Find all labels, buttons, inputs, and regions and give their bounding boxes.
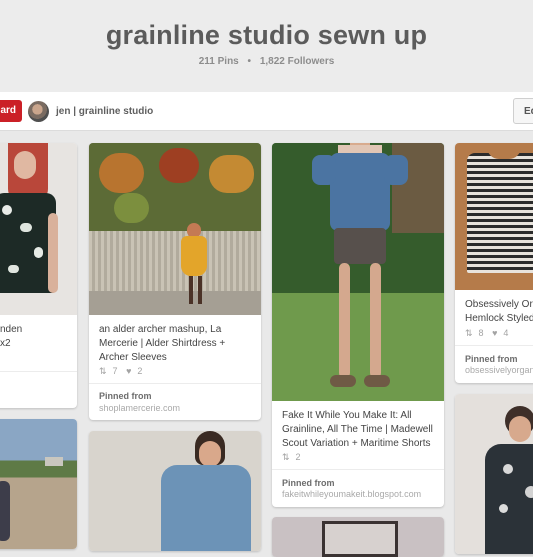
board-header: grainline studio sewn up 211 Pins • 1,82… bbox=[0, 0, 533, 92]
pin-stats: ⇅ 2 bbox=[282, 452, 307, 463]
pin-card[interactable] bbox=[455, 394, 533, 554]
repin-icon: ⇅ bbox=[99, 366, 107, 376]
pin-stats: ⇅ 7 ♥ 2 bbox=[99, 366, 148, 377]
repin-icon: ⇅ bbox=[465, 328, 473, 338]
repin-count: 8 bbox=[478, 328, 484, 338]
pin-card[interactable]: Obsessively Org Hemlock Styled ⇅ 8 ♥ 4 Pin… bbox=[455, 143, 533, 383]
repin-count: 7 bbox=[112, 366, 118, 376]
pin-divider bbox=[272, 469, 444, 470]
pinned-from-label: Pinned from bbox=[465, 354, 518, 364]
pin-stats: ⇅ 8 ♥ 4 bbox=[465, 328, 514, 339]
pin-card[interactable]: Fake It While You Make It: All Grainline… bbox=[272, 143, 444, 507]
repin-icon: ⇅ bbox=[282, 452, 290, 462]
pin-image[interactable] bbox=[272, 143, 444, 401]
pinned-source-link[interactable]: obsessivelyorgani bbox=[465, 365, 533, 375]
like-count: 2 bbox=[137, 366, 143, 376]
pin-card[interactable] bbox=[272, 517, 444, 557]
follower-count[interactable]: 1,822 Followers bbox=[260, 56, 334, 67]
pin-image[interactable] bbox=[272, 517, 444, 557]
repin-count: 2 bbox=[295, 452, 301, 462]
pin-image[interactable] bbox=[89, 431, 261, 551]
pin-card[interactable] bbox=[89, 431, 261, 551]
pin-image[interactable] bbox=[455, 394, 533, 554]
pin-image[interactable] bbox=[0, 143, 77, 315]
pin-card[interactable]: nden x2 bbox=[0, 143, 77, 408]
pin-description: Obsessively Org Hemlock Styled bbox=[465, 299, 533, 324]
pinned-source-link[interactable]: fakeitwhileyoumakeit.blogspot.com bbox=[282, 489, 421, 499]
heart-icon: ♥ bbox=[126, 366, 132, 376]
pin-image[interactable] bbox=[455, 143, 533, 290]
pin-image[interactable] bbox=[0, 419, 77, 549]
follow-board-button[interactable]: ard bbox=[0, 100, 22, 122]
edit-board-button[interactable]: Ed bbox=[513, 98, 533, 124]
pin-description: an alder archer mashup, La Mercerie | Al… bbox=[99, 324, 226, 363]
pinned-source-link[interactable]: shoplamercerie.com bbox=[99, 403, 180, 413]
pin-count[interactable]: 211 Pins bbox=[199, 56, 239, 67]
pinned-from-label: Pinned from bbox=[99, 391, 152, 401]
pinned-from-label: Pinned from bbox=[282, 478, 335, 488]
pin-card[interactable] bbox=[0, 419, 77, 549]
pin-divider bbox=[455, 345, 533, 346]
board-title: grainline studio sewn up bbox=[105, 20, 428, 50]
pin-divider bbox=[89, 383, 261, 384]
pin-description: nden x2 bbox=[0, 324, 23, 349]
heart-icon: ♥ bbox=[492, 328, 498, 338]
avatar[interactable] bbox=[28, 101, 49, 122]
stats-separator: • bbox=[247, 56, 252, 67]
pin-card[interactable]: an alder archer mashup, La Mercerie | Al… bbox=[89, 143, 261, 420]
pin-description: Fake It While You Make It: All Grainline… bbox=[282, 410, 433, 449]
like-count: 4 bbox=[503, 328, 509, 338]
board-stats: 211 Pins • 1,822 Followers bbox=[0, 56, 533, 67]
board-owner-link[interactable]: jen | grainline studio bbox=[56, 106, 153, 117]
pin-divider bbox=[0, 371, 77, 372]
pin-image[interactable] bbox=[89, 143, 261, 315]
